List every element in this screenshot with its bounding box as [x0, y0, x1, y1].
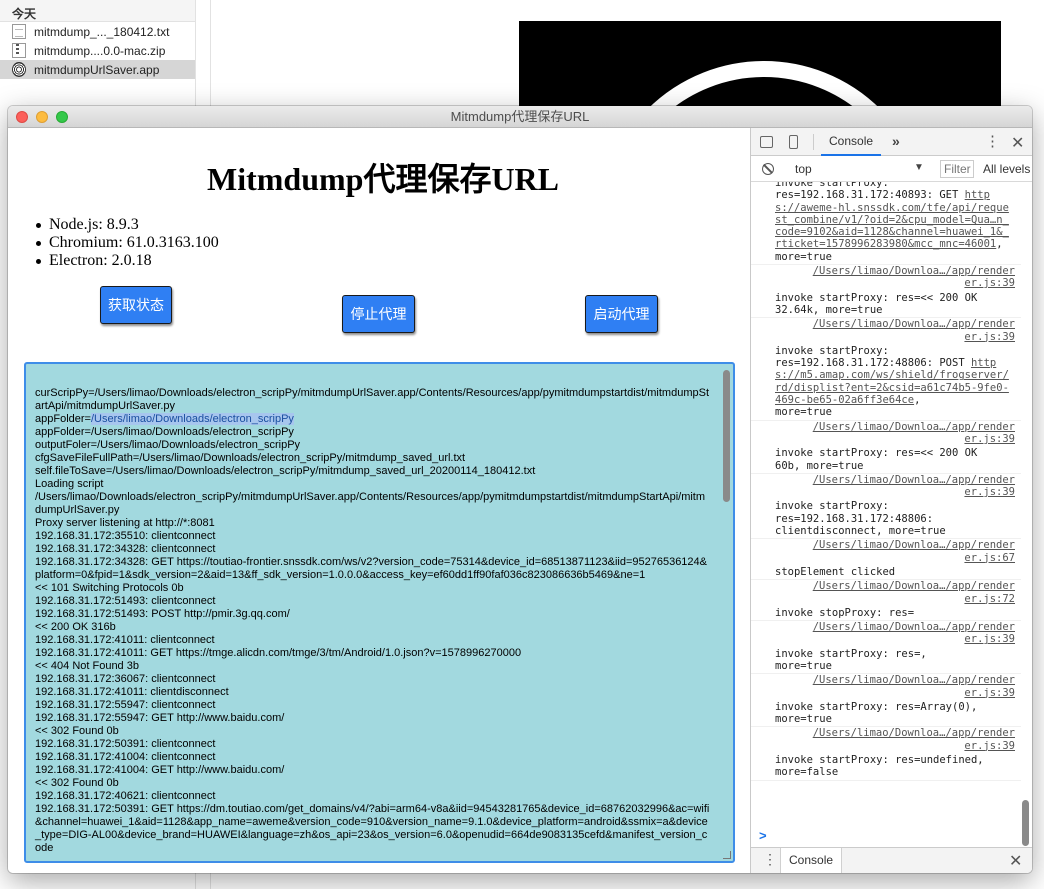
console-message: invoke startProxy: res=192.168.31.172:48… [751, 498, 1021, 540]
console-message-text: invoke startProxy: res=, more=true [775, 647, 927, 672]
inspect-element-icon[interactable] [760, 136, 773, 148]
console-message: invoke startProxy: res=<< 200 OK 32.64k,… [751, 290, 1021, 319]
console-source-link[interactable]: /Users/limao/Downloa…/app/render er.js:3… [751, 621, 1021, 646]
finder-file-row[interactable]: mitmdump_..._180412.txt [0, 22, 195, 41]
file-preview-image [519, 21, 1001, 111]
version-item-node: Node.js: 8.9.3 [36, 216, 219, 234]
finder-file-row-selected[interactable]: mitmdumpUrlSaver.app [0, 60, 195, 79]
zip-file-icon [12, 43, 26, 58]
log-levels-select[interactable]: All levels [983, 162, 1030, 176]
device-toolbar-icon[interactable] [789, 135, 798, 149]
console-message: invoke startProxy: res=undefined, more=f… [751, 752, 1021, 781]
page-title: Mitmdump代理保存URL [206, 161, 560, 197]
finder-section-header: 今天 [0, 0, 195, 22]
console-message: invoke startProxy: res=192.168.31.172:40… [751, 182, 1021, 266]
drawer-menu-icon[interactable]: ⋮ [763, 852, 777, 866]
console-filter-input[interactable]: Filter [940, 160, 974, 178]
console-filter-bar: top ▼ Filter All levels [751, 156, 1032, 182]
console-source-link[interactable]: /Users/limao/Downloa…/app/render er.js:3… [751, 674, 1021, 699]
finder-file-row[interactable]: mitmdump....0.0-mac.zip [0, 41, 195, 60]
console-message-text: invoke startProxy: res=Array(0), more=tr… [775, 700, 978, 726]
chevron-down-icon[interactable]: ▼ [914, 162, 924, 173]
log-selected-text: /Users/limao/Downloads/electron_scripPy [90, 413, 294, 425]
window-title: Mitmdump代理保存URL [450, 109, 590, 124]
version-item-electron: Electron: 2.0.18 [36, 252, 219, 270]
window-close-button[interactable] [16, 111, 28, 123]
toolbar-divider [813, 134, 814, 150]
console-prompt[interactable]: > [759, 828, 767, 843]
console-source-link[interactable]: /Users/limao/Downloa…/app/render er.js:3… [751, 265, 1021, 290]
console-message-text: invoke startProxy: res=undefined, more=f… [775, 754, 984, 779]
proxy-log-textarea[interactable]: curScripPy=/Users/limao/Downloads/electr… [24, 362, 735, 863]
text-file-icon [12, 24, 26, 39]
window-zoom-button[interactable] [56, 111, 68, 123]
console-message-text: stopElement clicked [775, 565, 896, 578]
log-scrollbar[interactable] [723, 370, 730, 502]
textarea-resize-handle[interactable] [723, 851, 731, 859]
console-source-link[interactable]: /Users/limao/Downloa…/app/render er.js:3… [751, 727, 1021, 752]
console-scrollbar[interactable] [1022, 800, 1029, 846]
devtools-toolbar: Console » ⋮ ✕ [751, 128, 1032, 156]
get-status-button[interactable]: 获取状态 [100, 286, 172, 324]
finder-file-name: mitmdumpUrlSaver.app [34, 62, 160, 77]
more-tabs-icon[interactable]: » [892, 133, 900, 149]
context-selector[interactable]: top [795, 162, 812, 176]
finder-file-name: mitmdump....0.0-mac.zip [34, 43, 166, 58]
console-source-link[interactable]: /Users/limao/Downloa…/app/render er.js:3… [751, 474, 1021, 499]
version-list: Node.js: 8.9.3 Chromium: 61.0.3163.100 E… [36, 216, 219, 270]
close-devtools-icon[interactable]: ✕ [1011, 133, 1024, 153]
console-message: invoke startProxy: res=Array(0), more=tr… [751, 699, 1021, 728]
close-drawer-icon[interactable]: ✕ [1009, 851, 1022, 871]
console-source-link[interactable]: /Users/limao/Downloa…/app/render er.js:7… [751, 580, 1021, 605]
devtools-panel: Console » ⋮ ✕ top ▼ Filter All levels in… [750, 128, 1032, 873]
log-text-segment: appFolder=/Users/limao/Downloads/electro… [35, 426, 710, 854]
finder-file-name: mitmdump_..._180412.txt [34, 24, 170, 39]
app-icon [12, 62, 26, 77]
console-message: invoke startProxy: res=<< 200 OK 60b, mo… [751, 445, 1021, 474]
console-message-text: invoke startProxy: res=192.168.31.172:48… [775, 344, 965, 370]
console-message: invoke startProxy: res=, more=true [751, 646, 1021, 675]
proxy-log-text: curScripPy=/Users/limao/Downloads/electr… [35, 387, 711, 855]
devtools-menu-icon[interactable]: ⋮ [985, 134, 1000, 150]
console-messages: invoke startProxy: res=192.168.31.172:40… [751, 182, 1021, 822]
console-message-text: invoke startProxy: res=<< 200 OK 60b, mo… [775, 447, 978, 472]
console-message-text: invoke startProxy: res=192.168.31.172:40… [775, 182, 959, 202]
devtools-drawer: ⋮ Console ✕ [751, 847, 1032, 873]
console-source-link[interactable]: /Users/limao/Downloa…/app/render er.js:3… [751, 421, 1021, 446]
console-message: stopElement clicked [751, 564, 1021, 581]
window-titlebar[interactable]: Mitmdump代理保存URL [8, 106, 1032, 128]
console-message: invoke stopProxy: res= [751, 605, 1021, 622]
console-source-link[interactable]: /Users/limao/Downloa…/app/render er.js:3… [751, 318, 1021, 343]
start-proxy-button[interactable]: 启动代理 [585, 295, 658, 333]
window-minimize-button[interactable] [36, 111, 48, 123]
console-message: invoke startProxy: res=192.168.31.172:48… [751, 343, 1021, 421]
preview-ring-shape [599, 61, 929, 111]
stop-proxy-button[interactable]: 停止代理 [342, 295, 415, 333]
console-message-text: invoke startProxy: res=<< 200 OK 32.64k,… [775, 291, 978, 316]
clear-console-icon[interactable] [762, 163, 774, 175]
console-message-text: invoke stopProxy: res= [775, 606, 915, 619]
console-source-link[interactable]: /Users/limao/Downloa…/app/render er.js:6… [751, 539, 1021, 564]
version-item-chromium: Chromium: 61.0.3163.100 [36, 234, 219, 252]
console-message-text: invoke startProxy: res=192.168.31.172:48… [775, 500, 946, 538]
app-content: Mitmdump代理保存URL Node.js: 8.9.3 Chromium:… [8, 128, 750, 873]
tab-console[interactable]: Console [821, 128, 882, 156]
app-window: Mitmdump代理保存URL Mitmdump代理保存URL Node.js:… [8, 106, 1032, 873]
drawer-tab-console[interactable]: Console [780, 848, 843, 873]
